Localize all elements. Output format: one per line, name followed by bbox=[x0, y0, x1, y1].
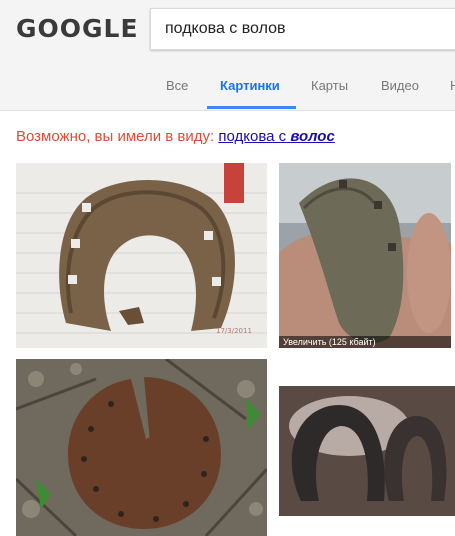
horseshoe-notebook-image: 17/3/2011 bbox=[16, 163, 267, 348]
image-result-4[interactable] bbox=[279, 386, 455, 516]
tab-images[interactable]: Картинки bbox=[220, 78, 280, 93]
image-result-2[interactable]: Увеличить (125 кбайт) bbox=[279, 163, 451, 348]
tab-bar: Все Картинки Карты Видео Н bbox=[0, 64, 455, 110]
image-result-3[interactable] bbox=[16, 359, 267, 536]
tab-video[interactable]: Видео bbox=[381, 78, 419, 93]
search-input[interactable] bbox=[151, 9, 455, 49]
top-header: GOOGLE Все Картинки Карты Видео Н bbox=[0, 0, 455, 111]
logo-text: GOOGLE bbox=[16, 14, 139, 43]
tab-news[interactable]: Н bbox=[450, 78, 455, 93]
suggest-link-plain: подкова с bbox=[218, 128, 287, 145]
date-stamp: 17/3/2011 bbox=[216, 327, 252, 335]
two-horseshoes-image bbox=[279, 386, 455, 516]
search-box[interactable] bbox=[150, 8, 455, 50]
enlarge-caption: Увеличить (125 кбайт) bbox=[279, 336, 451, 348]
suggest-link-bold: волос bbox=[290, 128, 335, 145]
tab-all[interactable]: Все bbox=[166, 78, 188, 93]
did-you-mean: Возможно, вы имели в виду: подкова с вол… bbox=[16, 128, 335, 145]
half-horseshoe-hand-image bbox=[279, 163, 451, 348]
rusty-disk-ground-image bbox=[16, 359, 267, 536]
did-you-mean-link[interactable]: подкова с волос bbox=[218, 128, 334, 145]
active-tab-indicator bbox=[207, 106, 296, 109]
google-logo[interactable]: GOOGLE bbox=[16, 14, 139, 44]
did-you-mean-prefix: Возможно, вы имели в виду: bbox=[16, 128, 215, 145]
image-result-1[interactable]: 17/3/2011 bbox=[16, 163, 267, 348]
tab-maps[interactable]: Карты bbox=[311, 78, 348, 93]
